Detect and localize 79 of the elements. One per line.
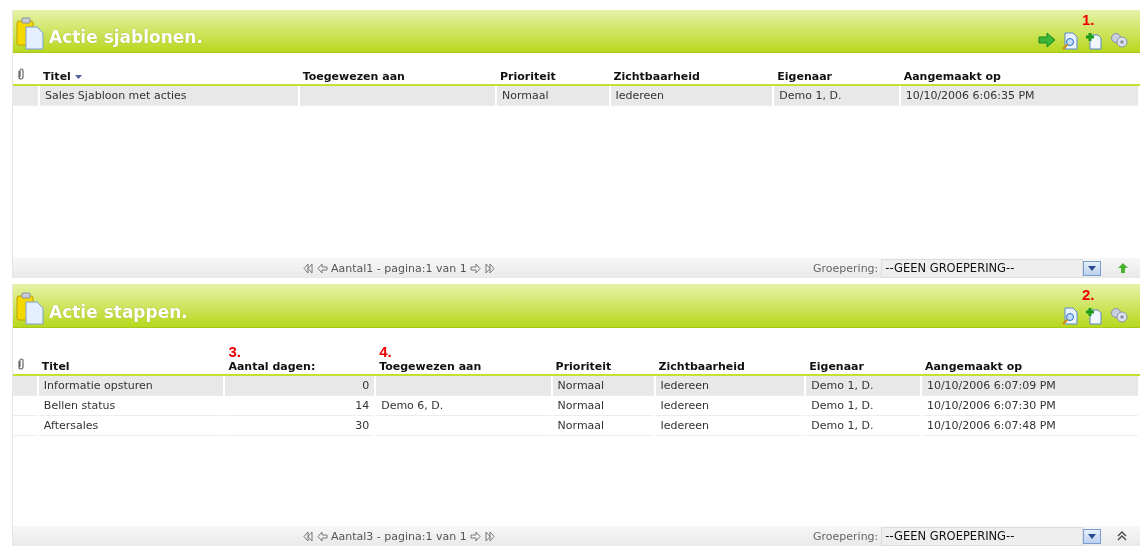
tools-button[interactable] <box>1110 307 1128 325</box>
preview-button[interactable] <box>1062 307 1080 325</box>
cell-text: Demo 1, D. <box>811 399 874 412</box>
forward-arrow-icon <box>1038 32 1056 48</box>
gears-icon <box>1110 32 1128 48</box>
pager-text: Aantal1 - pagina:1 van 1 <box>331 261 467 275</box>
clipboard-icon <box>15 16 45 50</box>
column-header[interactable]: Prioriteit <box>499 70 556 83</box>
cell-text: Demo 1, D. <box>811 379 874 392</box>
collapse-button[interactable] <box>1117 531 1128 541</box>
preview-icon <box>1062 307 1078 325</box>
panel-title: Actie sjablonen. <box>49 27 203 49</box>
cell-text: 10/10/2006 6:07:30 PM <box>926 399 1056 412</box>
preview-icon <box>1062 32 1078 50</box>
cell-text: Sales Sjabloon met acties <box>45 89 187 102</box>
add-document-icon <box>1086 307 1102 325</box>
column-header[interactable]: Aangemaakt op <box>903 70 1001 83</box>
cell-text: 30 <box>355 419 370 432</box>
cell-text: Normaal <box>501 89 549 102</box>
scroll-up-button[interactable] <box>1117 262 1130 274</box>
cell-text: Normaal <box>557 379 605 392</box>
dropdown-button[interactable] <box>1083 260 1102 276</box>
next-page-icon[interactable] <box>469 262 481 274</box>
cell-text: Iedereen <box>660 399 710 412</box>
column-header[interactable]: Zichtbaarheid <box>613 70 700 83</box>
column-header[interactable]: Titel <box>43 70 71 83</box>
cell-text: Demo 1, D. <box>779 89 842 102</box>
cell-text: Demo 6, D. <box>381 399 444 412</box>
annotation-number: 3. <box>228 343 241 360</box>
caret-icon <box>1088 265 1097 271</box>
grouping-label: Groepering: <box>813 529 879 543</box>
column-header[interactable]: Eigenaar <box>809 360 864 373</box>
cell-text: 14 <box>355 399 370 412</box>
cell-text: 10/10/2006 6:06:35 PM <box>905 89 1035 102</box>
cell-text: Informatie opsturen <box>43 379 153 392</box>
column-header[interactable]: Titel <box>41 360 70 373</box>
column-header[interactable]: Toegewezen aan <box>302 70 405 83</box>
gears-icon <box>1110 307 1128 323</box>
first-page-icon[interactable] <box>303 530 314 542</box>
column-header[interactable]: Eigenaar <box>777 70 833 83</box>
cell-text: Demo 1, D. <box>811 419 874 432</box>
paperclip-icon <box>17 358 25 370</box>
cell-text: Iedereen <box>660 379 710 392</box>
clipboard-icon <box>15 291 45 325</box>
column-header[interactable]: Aangemaakt op <box>924 360 1023 373</box>
grouping-label: Groepering: <box>813 261 879 275</box>
annotation-number: 1. <box>1082 11 1095 28</box>
column-header[interactable]: Toegewezen aan <box>379 360 482 373</box>
cell-text: Normaal <box>557 399 605 412</box>
pager-text: Aantal3 - pagina:1 van 1 <box>331 529 467 543</box>
cell-text: 10/10/2006 6:07:09 PM <box>926 379 1056 392</box>
panel-title: Actie stappen. <box>49 302 188 324</box>
previous-page-icon[interactable] <box>317 530 328 542</box>
annotation-number: 2. <box>1082 286 1095 303</box>
dropdown-button[interactable] <box>1083 528 1102 544</box>
grouping-select[interactable]: --GEEN GROEPERING-- <box>881 258 1084 278</box>
cell-text: Iedereen <box>615 89 665 102</box>
next-page-icon[interactable] <box>469 530 481 542</box>
last-page-icon[interactable] <box>483 530 495 542</box>
column-header[interactable]: Aantal dagen: <box>228 360 316 373</box>
add-document-icon <box>1086 32 1102 50</box>
forward-button[interactable] <box>1038 32 1056 50</box>
annotation-number: 4. <box>379 343 392 360</box>
preview-button[interactable] <box>1062 32 1080 50</box>
cell-text: Normaal <box>557 419 605 432</box>
first-page-icon[interactable] <box>303 262 314 274</box>
cell-text: Iedereen <box>660 419 710 432</box>
caret-icon <box>1088 533 1097 539</box>
column-header[interactable]: Prioriteit <box>555 360 612 373</box>
previous-page-icon[interactable] <box>317 262 328 274</box>
grouping-select[interactable]: --GEEN GROEPERING-- <box>881 526 1084 546</box>
cell-text: Aftersales <box>43 419 99 432</box>
column-header[interactable]: Zichtbaarheid <box>658 360 745 373</box>
tools-button[interactable] <box>1110 32 1128 50</box>
cell-text: 10/10/2006 6:07:48 PM <box>926 419 1056 432</box>
last-page-icon[interactable] <box>483 262 495 274</box>
cell-text: 0 <box>362 379 370 392</box>
paperclip-icon <box>17 68 25 80</box>
cell-text: Bellen status <box>43 399 116 412</box>
